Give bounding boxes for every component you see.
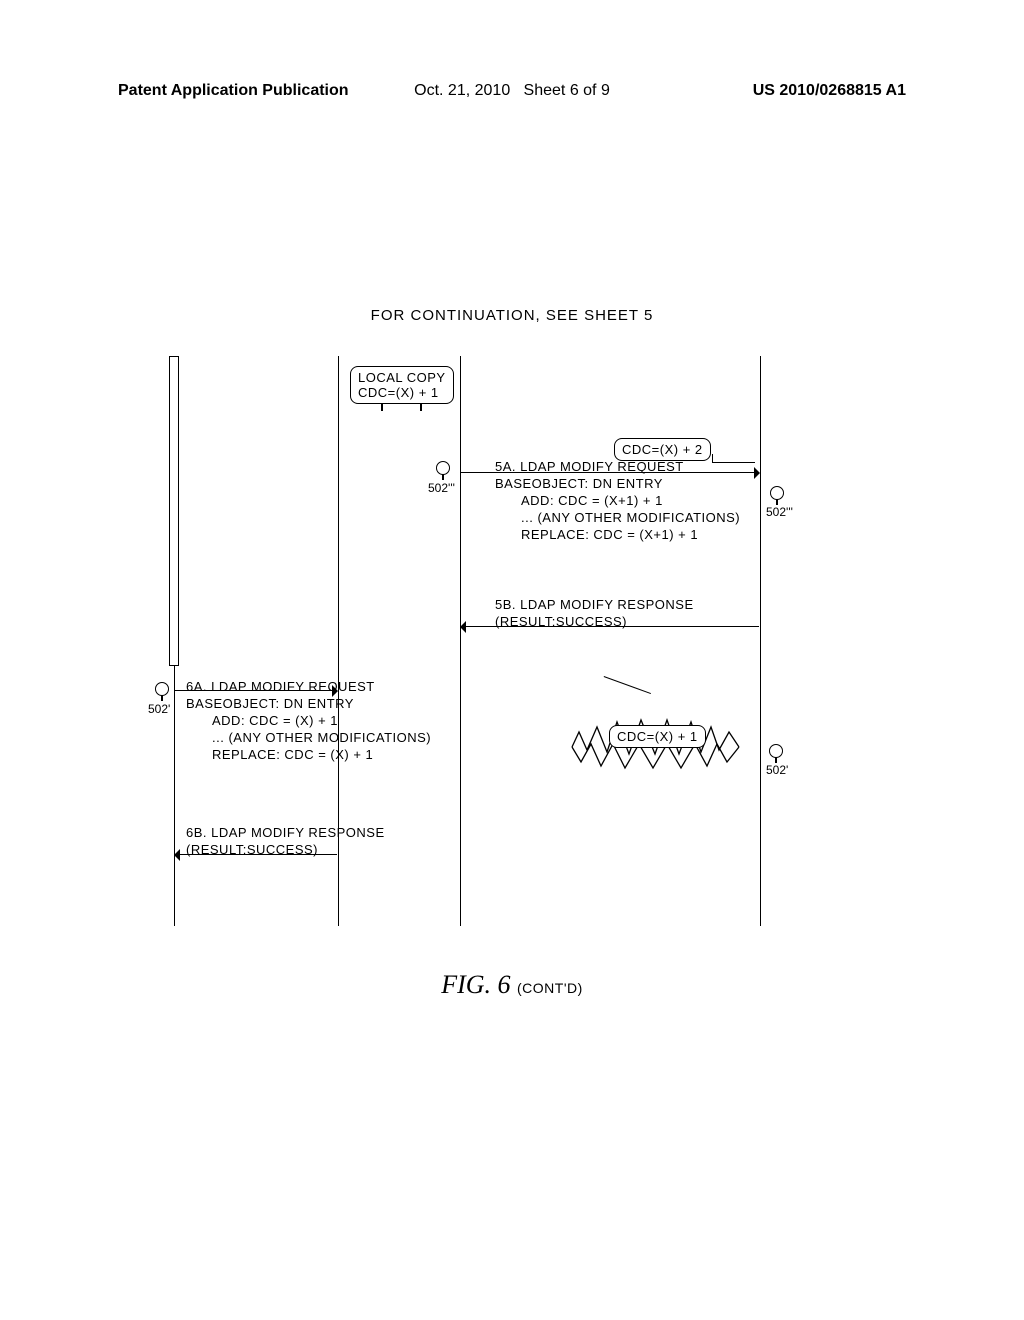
- reference-marker-icon: [436, 461, 450, 475]
- header-sheet: Sheet 6 of 9: [524, 82, 610, 99]
- header-mid: Oct. 21, 2010 Sheet 6 of 9: [414, 82, 610, 100]
- bubble-tick-icon: [381, 403, 383, 411]
- figure-caption: FIG. 6 (CONT'D): [441, 970, 583, 1000]
- msg-5b-l1: (RESULT:SUCCESS): [495, 614, 627, 629]
- local-copy-l2: CDC=(X) + 1: [358, 385, 439, 400]
- sequence-diagram: LOCAL COPY CDC=(X) + 1 CDC=(X) + 2 CDC=(…: [152, 356, 814, 926]
- msg-6a: 6A. LDAP MODIFY REQUEST BASEOBJECT: DN E…: [186, 678, 431, 763]
- msg-5a: 5A. LDAP MODIFY REQUEST BASEOBJECT: DN E…: [495, 458, 740, 543]
- bubble-tick-icon: [420, 403, 422, 411]
- bubble-local-copy: LOCAL COPY CDC=(X) + 1: [350, 366, 454, 404]
- bubble-cdc-x1: CDC=(X) + 1: [609, 725, 706, 748]
- ref-label-502p: 502': [766, 763, 788, 777]
- msg-5a-l1: BASEOBJECT: DN ENTRY: [495, 476, 663, 491]
- lifeline-4: [760, 356, 761, 926]
- ref-label-502ppp: 502''': [766, 505, 793, 519]
- fig-label: FIG. 6: [441, 970, 510, 999]
- reference-marker-icon: [155, 682, 169, 696]
- msg-6a-l3: ... (ANY OTHER MODIFICATIONS): [186, 729, 431, 746]
- msg-6a-l2: ADD: CDC = (X) + 1: [186, 712, 431, 729]
- msg-6b: 6B. LDAP MODIFY RESPONSE (RESULT:SUCCESS…: [186, 824, 385, 858]
- msg-5a-l4: REPLACE: CDC = (X+1) + 1: [495, 526, 740, 543]
- msg-6b-l1: (RESULT:SUCCESS): [186, 842, 318, 857]
- fig-contd: (CONT'D): [517, 980, 583, 996]
- msg-5b-title: 5B. LDAP MODIFY RESPONSE: [495, 597, 694, 612]
- msg-5b: 5B. LDAP MODIFY RESPONSE (RESULT:SUCCESS…: [495, 596, 694, 630]
- ref-label-502p: 502': [148, 702, 170, 716]
- lifeline-3: [460, 356, 461, 926]
- continuation-note: FOR CONTINUATION, SEE SHEET 5: [371, 307, 654, 324]
- reference-marker-icon: [769, 744, 783, 758]
- msg-6b-title: 6B. LDAP MODIFY RESPONSE: [186, 825, 385, 840]
- msg-6a-l1: BASEOBJECT: DN ENTRY: [186, 696, 354, 711]
- header-date: Oct. 21, 2010: [414, 82, 510, 99]
- header-right: US 2010/0268815 A1: [753, 82, 906, 100]
- msg-5a-l3: ... (ANY OTHER MODIFICATIONS): [495, 509, 740, 526]
- msg-6a-l4: REPLACE: CDC = (X) + 1: [186, 746, 431, 763]
- msg-5a-l2: ADD: CDC = (X+1) + 1: [495, 492, 740, 509]
- reference-marker-icon: [770, 486, 784, 500]
- msg-5a-title: 5A. LDAP MODIFY REQUEST: [495, 459, 684, 474]
- ref-label-502ppp: 502''': [428, 481, 455, 495]
- activation-bar: [169, 356, 179, 666]
- header-left: Patent Application Publication: [118, 82, 349, 100]
- msg-6a-title: 6A. LDAP MODIFY REQUEST: [186, 679, 375, 694]
- local-copy-l1: LOCAL COPY: [358, 370, 446, 385]
